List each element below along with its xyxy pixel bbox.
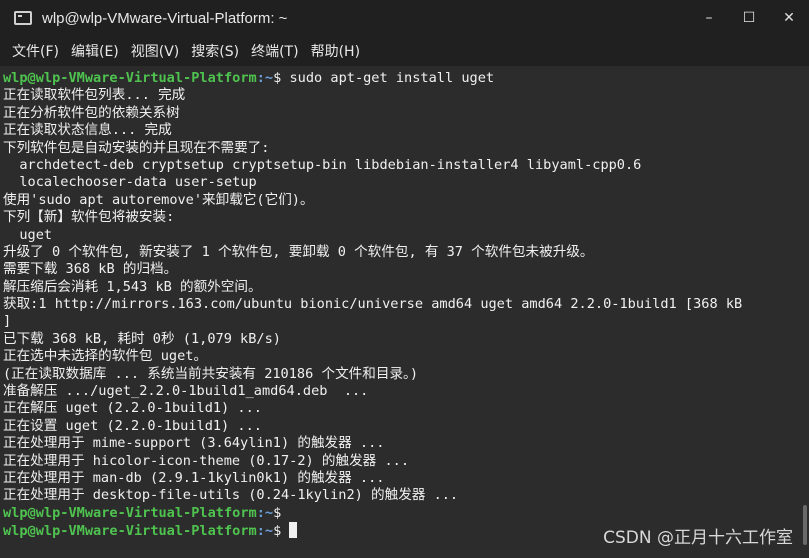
- terminal-line: 正在处理用于 desktop-file-utils (0.24-1kylin2)…: [3, 487, 459, 504]
- terminal-line: uget: [3, 226, 53, 243]
- terminal-line: 正在处理用于 mime-support (3.64ylin1) 的触发器 ...: [3, 435, 385, 452]
- terminal-line: 正在分析软件包的依赖关系树: [3, 104, 180, 121]
- text-cursor: [289, 522, 298, 539]
- terminal-line: archdetect-deb cryptsetup cryptsetup-bin…: [3, 156, 642, 173]
- prompt-symbol: $: [273, 523, 290, 540]
- menu-terminal[interactable]: 终端(T): [249, 41, 300, 61]
- terminal-line: 正在读取软件包列表... 完成: [3, 87, 186, 104]
- terminal-line: ]: [3, 313, 12, 330]
- terminal-line: 解压缩后会消耗 1,543 kB 的额外空间。: [3, 278, 262, 295]
- menu-bar: 文件(F) 编辑(E) 视图(V) 搜索(S) 终端(T) 帮助(H): [0, 36, 809, 66]
- prompt-user-host: wlp@wlp-VMware-Virtual-Platform: [3, 523, 257, 540]
- terminal-line: 正在处理用于 man-db (2.9.1-1kylin0k1) 的触发器 ...: [3, 469, 385, 486]
- prompt-symbol: $: [273, 70, 290, 86]
- window-controls: – ☐ ✕: [689, 0, 809, 36]
- close-button[interactable]: ✕: [769, 0, 809, 36]
- menu-help[interactable]: 帮助(H): [309, 41, 362, 61]
- terminal-output[interactable]: wlp@wlp-VMware-Virtual-Platform:~$ sudo …: [0, 70, 809, 558]
- minimize-button[interactable]: –: [689, 0, 729, 36]
- terminal-line: (正在读取数据库 ... 系统当前共安装有 210186 个文件和目录。): [3, 365, 419, 382]
- terminal-line: wlp@wlp-VMware-Virtual-Platform:~$: [3, 505, 809, 522]
- terminal-line: 准备解压 .../uget_2.2.0-1build1_amd64.deb ..…: [3, 383, 369, 400]
- terminal-line: 已下载 368 kB, 耗时 0秒 (1,079 kB/s): [3, 330, 281, 347]
- command-text: sudo apt-get install uget: [289, 70, 495, 86]
- terminal-line: 使用'sudo apt autoremove'来卸载它(它们)。: [3, 191, 314, 208]
- prompt-path: :~: [256, 504, 274, 521]
- menu-file[interactable]: 文件(F): [10, 41, 61, 61]
- terminal-line: localechooser-data user-setup: [3, 174, 257, 191]
- title-bar[interactable]: wlp@wlp-VMware-Virtual-Platform: ~ – ☐ ✕: [0, 0, 809, 36]
- menu-search[interactable]: 搜索(S): [189, 41, 241, 61]
- prompt-user-host: wlp@wlp-VMware-Virtual-Platform: [3, 70, 257, 86]
- terminal-icon: [14, 11, 32, 25]
- watermark: CSDN @正月十六工作室: [603, 528, 793, 548]
- menu-view[interactable]: 视图(V): [129, 41, 182, 61]
- terminal-line: wlp@wlp-VMware-Virtual-Platform:~$ sudo …: [3, 70, 809, 87]
- terminal-line: 需要下载 368 kB 的归档。: [3, 261, 178, 278]
- terminal-line: 正在解压 uget (2.2.0-1build1) ...: [3, 400, 262, 417]
- scrollbar[interactable]: [803, 505, 807, 545]
- terminal-line: 下列软件包是自动安装的并且现在不需要了:: [3, 139, 270, 156]
- terminal-window: wlp@wlp-VMware-Virtual-Platform: ~ – ☐ ✕…: [0, 0, 809, 558]
- menu-edit[interactable]: 编辑(E): [69, 41, 121, 61]
- terminal-line: 下列【新】软件包将被安装:: [3, 209, 175, 226]
- terminal-line: 正在处理用于 hicolor-icon-theme (0.17-2) 的触发器 …: [3, 452, 410, 469]
- prompt-path: :~: [256, 523, 274, 540]
- prompt-user-host: wlp@wlp-VMware-Virtual-Platform: [3, 504, 257, 521]
- maximize-button[interactable]: ☐: [729, 0, 769, 36]
- prompt-path: :~: [256, 70, 274, 86]
- prompt-symbol: $: [273, 504, 290, 521]
- window-title: wlp@wlp-VMware-Virtual-Platform: ~: [42, 9, 288, 27]
- terminal-line: 升级了 0 个软件包, 新安装了 1 个软件包, 要卸载 0 个软件包, 有 3…: [3, 243, 594, 260]
- terminal-line: 正在选中未选择的软件包 uget。: [3, 348, 208, 365]
- terminal-line: 正在设置 uget (2.2.0-1build1) ...: [3, 417, 262, 434]
- terminal-line: 正在读取状态信息... 完成: [3, 122, 172, 139]
- terminal-line: 获取:1 http://mirrors.163.com/ubuntu bioni…: [3, 296, 743, 313]
